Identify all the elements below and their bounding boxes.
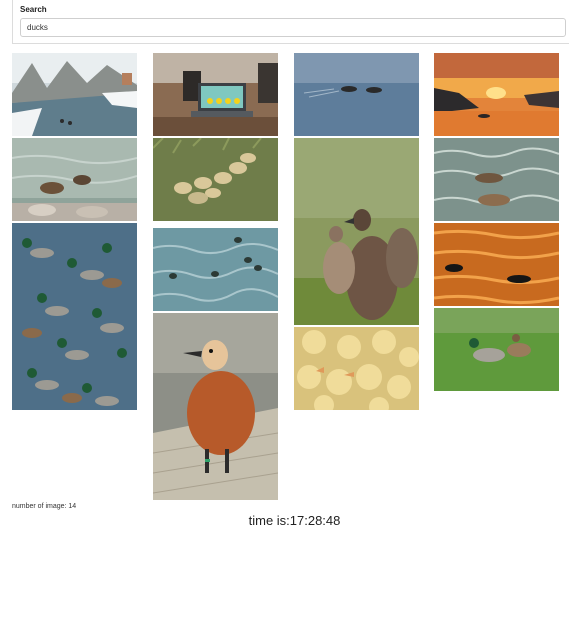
image-ducks-sparkling-water[interactable] xyxy=(434,138,559,221)
image-ducks-pale-teal-water[interactable] xyxy=(153,228,278,311)
image-mallard-pair-grass[interactable] xyxy=(434,308,559,391)
image-laptop-rubber-ducks[interactable] xyxy=(153,53,278,136)
search-label: Search xyxy=(20,5,47,14)
image-brown-ducklings-closeup[interactable] xyxy=(294,138,419,325)
image-ducks-near-rocks[interactable] xyxy=(12,138,137,221)
image-silhouette-golden-water[interactable] xyxy=(434,223,559,306)
image-yellow-ducklings[interactable] xyxy=(294,327,419,410)
image-sunset-lake[interactable] xyxy=(434,53,559,136)
image-ducklings-in-grass[interactable] xyxy=(153,138,278,221)
current-time: time is:17:28:48 xyxy=(248,513,341,528)
image-gallery xyxy=(12,53,560,501)
image-count: number of image: 14 xyxy=(12,503,77,510)
search-panel: Search xyxy=(12,0,569,44)
image-ducks-calm-lake[interactable] xyxy=(294,53,419,136)
image-mallards-swimming[interactable] xyxy=(12,223,137,410)
image-snowy-river[interactable] xyxy=(12,53,137,136)
image-ruddy-shelduck[interactable] xyxy=(153,313,278,500)
search-input[interactable] xyxy=(20,18,566,37)
